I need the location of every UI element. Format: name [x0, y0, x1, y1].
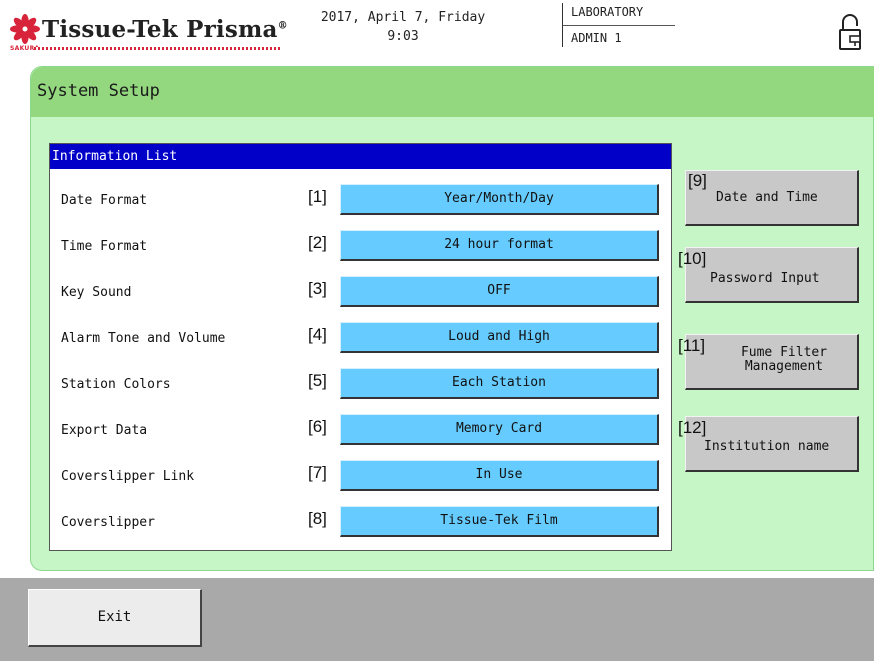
button-index: [12] [678, 418, 707, 437]
sakura-flower-icon [10, 14, 40, 44]
list-item: Alarm Tone and Volume [4] Loud and High [50, 321, 671, 355]
list-item: Time Format [2] 24 hour format [50, 229, 671, 263]
setting-index: [3] [308, 279, 327, 298]
coverslipper-button[interactable]: Tissue-Tek Film [340, 506, 659, 537]
date-and-time-button[interactable]: [9] Date and Time [685, 170, 859, 226]
time-text: 9:03 [387, 29, 419, 44]
header-bar: Tissue-Tek Prisma® SAKURA 2017, April 7,… [0, 0, 874, 62]
date-time-display: 2017, April 7, Friday 9:03 [318, 8, 488, 46]
setting-index: [4] [308, 325, 327, 344]
list-item: Key Sound [3] OFF [50, 275, 671, 309]
setting-index: [2] [308, 233, 327, 252]
setting-label: Station Colors [61, 377, 171, 392]
time-format-button[interactable]: 24 hour format [340, 230, 659, 261]
user-divider [563, 25, 675, 26]
app-logo: Tissue-Tek Prisma® SAKURA [8, 8, 298, 58]
padlock-icon[interactable] [838, 12, 868, 52]
station-colors-button[interactable]: Each Station [340, 368, 659, 399]
button-index: [11] [678, 336, 706, 355]
password-input-button[interactable]: [10] Password Input [678, 247, 859, 303]
setting-label: Date Format [61, 193, 148, 208]
institution-name-button[interactable]: [12] Institution name [678, 416, 859, 472]
setting-label: Export Data [61, 423, 148, 438]
user-name: ADMIN 1 [571, 31, 622, 45]
panel-title-bar: System Setup [31, 67, 874, 117]
setting-label: Time Format [61, 239, 148, 254]
export-data-button[interactable]: Memory Card [340, 414, 659, 445]
setting-label: Key Sound [61, 285, 132, 300]
button-label: Institution name [704, 439, 830, 454]
logo-registered-mark: ® [277, 20, 288, 32]
key-sound-button[interactable]: OFF [340, 276, 659, 307]
button-label-line-2: Management [744, 359, 824, 374]
setting-label: Coverslipper Link [61, 469, 195, 484]
information-list-title: Information List [50, 144, 671, 169]
list-item: Coverslipper [8] Tissue-Tek Film [50, 505, 671, 539]
date-format-button[interactable]: Year/Month/Day [340, 184, 659, 215]
page-title: System Setup [37, 81, 160, 101]
setting-index: [8] [308, 509, 327, 528]
button-index: [10] [678, 249, 707, 268]
alarm-tone-button[interactable]: Loud and High [340, 322, 659, 353]
setting-index: [1] [308, 187, 327, 206]
logo-stripe [34, 47, 280, 50]
setting-label: Coverslipper [61, 515, 155, 530]
exit-button[interactable]: Exit [28, 589, 202, 647]
setting-index: [6] [308, 417, 327, 436]
logo-text: Tissue-Tek Prisma® [42, 16, 288, 43]
setting-index: [7] [308, 463, 327, 482]
list-item: Station Colors [5] Each Station [50, 367, 671, 401]
list-item: Export Data [6] Memory Card [50, 413, 671, 447]
date-text: 2017, April 7, Friday [320, 10, 486, 25]
button-label: Password Input [710, 271, 820, 286]
setting-label: Alarm Tone and Volume [61, 331, 226, 346]
information-list: Information List Date Format [1] Year/Mo… [49, 143, 672, 551]
area-name: LABORATORY [571, 5, 644, 19]
coverslipper-link-button[interactable]: In Use [340, 460, 659, 491]
fume-filter-management-button[interactable]: [11] Fume Filter Management [678, 334, 859, 390]
setting-index: [5] [308, 371, 327, 390]
button-index: [9] [688, 171, 707, 190]
user-info: LABORATORY ADMIN 1 [562, 3, 675, 47]
list-item: Coverslipper Link [7] In Use [50, 459, 671, 493]
footer-bar: Exit [0, 578, 874, 661]
button-label: Fume Filter [740, 345, 828, 360]
logo-name: Tissue-Tek Prisma [42, 16, 278, 43]
list-item: Date Format [1] Year/Month/Day [50, 183, 671, 217]
button-label: Date and Time [716, 190, 818, 205]
